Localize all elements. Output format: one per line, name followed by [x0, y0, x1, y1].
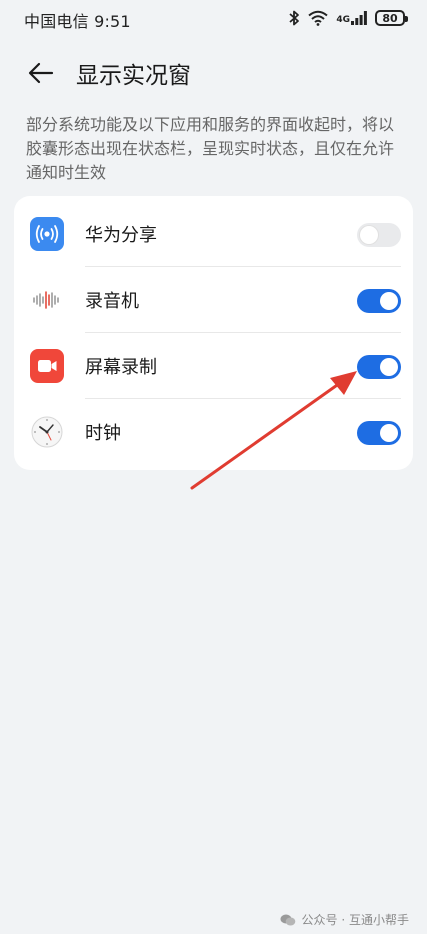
- toggle-clock[interactable]: [357, 421, 401, 445]
- watermark-text: 公众号 · 互通小帮手: [301, 913, 409, 927]
- page-header: 显示实况窗: [0, 50, 427, 96]
- list-item-clock: 时钟: [14, 399, 413, 465]
- back-arrow-icon[interactable]: [26, 58, 56, 88]
- app-label: 屏幕录制: [85, 357, 157, 378]
- wifi-icon: [308, 10, 328, 26]
- app-label: 华为分享: [85, 225, 157, 246]
- app-label: 时钟: [85, 423, 121, 444]
- network-type: 4G: [336, 15, 350, 25]
- carrier-time: 中国电信 9:51: [24, 12, 131, 31]
- status-bar: 中国电信 9:51 4G 80: [0, 0, 427, 36]
- recorder-icon: [33, 291, 59, 309]
- watermark: 公众号 · 互通小帮手: [280, 911, 409, 928]
- battery-level: 80: [382, 11, 398, 25]
- screen-record-icon: [30, 349, 64, 383]
- bluetooth-icon: [289, 10, 300, 26]
- app-list-card: 华为分享 录音机 屏幕录制 时钟: [14, 196, 413, 470]
- page-title: 显示实况窗: [76, 63, 191, 89]
- status-icons: 4G 80: [288, 8, 408, 28]
- description-text: 部分系统功能及以下应用和服务的界面收起时，将以胶囊形态出现在状态栏，呈现实时状态…: [26, 115, 395, 182]
- toggle-recorder[interactable]: [357, 289, 401, 313]
- list-item-recorder: 录音机: [14, 267, 413, 333]
- list-item-screen-record: 屏幕录制: [14, 333, 413, 399]
- cellular-signal-icon: 4G: [336, 11, 367, 25]
- list-item-huawei-share: 华为分享: [14, 201, 413, 267]
- toggle-screen-record[interactable]: [357, 355, 401, 379]
- app-label: 录音机: [85, 291, 139, 312]
- battery-icon: 80: [375, 10, 408, 26]
- clock-icon: [31, 416, 63, 448]
- wechat-icon: [280, 914, 295, 925]
- huawei-share-icon: [30, 217, 64, 251]
- toggle-huawei-share[interactable]: [357, 223, 401, 247]
